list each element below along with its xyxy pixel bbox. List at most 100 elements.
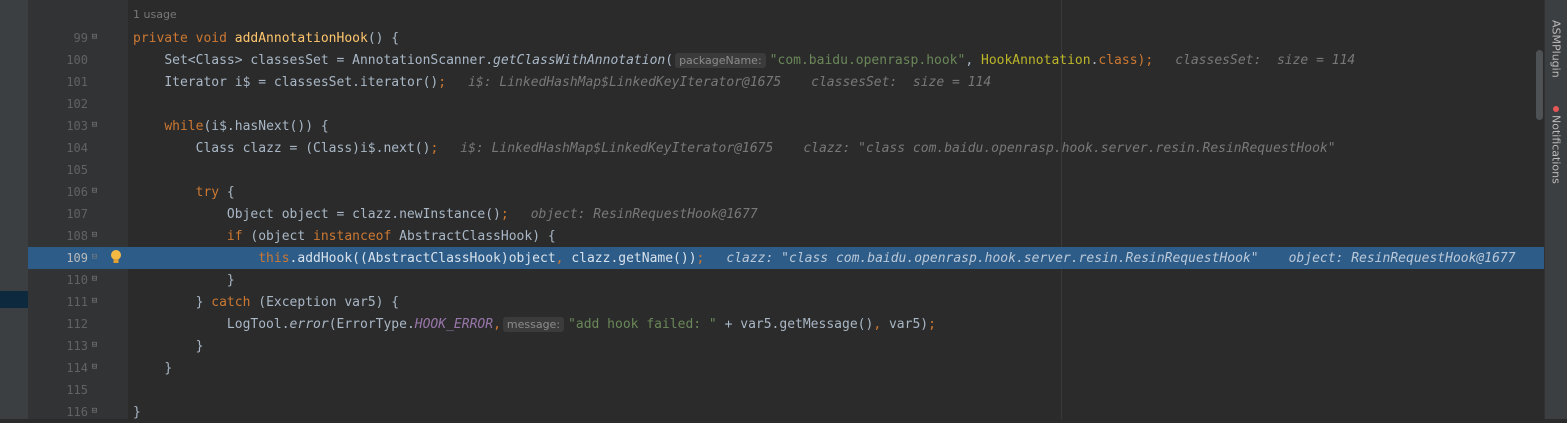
code-text: } catch (Exception var5) { [133,294,400,310]
code-line-105[interactable]: 105 [28,159,1545,181]
code-line-109-execution-point[interactable]: 109 ⊟ this.addHook((AbstractClassHook)ob… [28,247,1545,269]
line-number[interactable]: 115 [28,383,88,397]
code-seg: } [133,404,141,420]
code-seg: ( [665,52,674,68]
debug-inline-value[interactable]: classesSet: size = 114 [1175,53,1355,68]
code-seg: , [555,250,572,266]
code-text: } [133,273,235,288]
method-call: getClassWithAnnotation [493,52,666,68]
fold-icon[interactable]: ⊟ [90,407,99,416]
code-line-116[interactable]: 116 ⊟ } [28,401,1545,423]
code-seg: ; [928,316,936,332]
code-line-106[interactable]: 106 ⊟ try { [28,181,1545,203]
code-keyword: this [258,250,290,266]
code-seg: { [219,184,235,200]
code-text: Class clazz = (Class)i$.next(); i$: Linke… [133,141,1336,156]
fold-icon[interactable]: ⊟ [90,297,99,306]
enum-constant: HOOK_ERROR [414,316,494,332]
code-line-108[interactable]: 108 ⊟ if (object instanceof AbstractClas… [28,225,1545,247]
debug-inline-value[interactable]: clazz: "class com.baidu.openrasp.hook.se… [726,251,1258,266]
line-number[interactable]: 107 [28,207,88,221]
code-line-101[interactable]: 101 Iterator i$ = classesSet.iterator();… [28,71,1545,93]
line-number[interactable]: 101 [28,75,88,89]
debug-inline-value[interactable]: i$: LinkedHashMap$LinkedKeyIterator@1675 [460,141,773,156]
line-number[interactable]: 99 [28,31,88,45]
code-line-114[interactable]: 114 ⊟ } [28,357,1545,379]
line-number[interactable]: 116 [28,405,88,419]
debug-inline-value[interactable]: i$: LinkedHashMap$LinkedKeyIterator@1675 [468,75,781,90]
code-seg: ; [430,140,439,156]
code-line-107[interactable]: 107 Object object = clazz.newInstance();… [28,203,1545,225]
line-number[interactable]: 106 [28,185,88,199]
line-number[interactable]: 104 [28,141,88,155]
line-number[interactable]: 108 [28,229,88,243]
line-number[interactable]: 112 [28,317,88,331]
asmplugin-tab[interactable]: ASMPlugin [1545,14,1567,84]
code-line-104[interactable]: 104 Class clazz = (Class)i$.next(); i$: L… [28,137,1545,159]
code-seg: , [965,52,981,68]
code-text: this.addHook((AbstractClassHook)object, … [133,250,1516,266]
code-keyword: class [1098,52,1138,68]
code-seg: (ErrorType. [328,316,415,332]
line-number[interactable]: 105 [28,163,88,177]
code-seg: ; [696,250,705,266]
line-number[interactable]: 114 [28,361,88,375]
fold-icon[interactable]: ⊟ [90,121,99,130]
left-tool-strip [0,0,28,419]
class-name: HookAnnotation [981,52,1091,68]
code-text: private void addAnnotationHook() { [133,31,399,46]
code-seg: , [493,316,501,332]
lightbulb-icon[interactable] [110,249,122,265]
code-line-112[interactable]: 112 LogTool.error(ErrorType.HOOK_ERROR, m… [28,313,1545,335]
left-strip-marker [0,291,28,308]
code-seg: , [873,316,889,332]
line-number[interactable]: 102 [28,97,88,111]
line-number[interactable]: 113 [28,339,88,353]
code-line-102[interactable]: 102 [28,93,1545,115]
code-keyword: instanceof [313,228,392,244]
fold-icon[interactable]: ⊟ [90,253,99,262]
code-line-99[interactable]: 99 ⊟ private void addAnnotationHook() { [28,27,1545,49]
code-seg: LogTool. [226,316,290,332]
fold-icon[interactable]: ⊟ [90,275,99,284]
code-seg: AbstractClassHook) { [391,228,556,244]
code-line-110[interactable]: 110 ⊟ } [28,269,1545,291]
code-line-115[interactable]: 115 [28,379,1545,401]
code-text: } [133,361,172,376]
string-literal: "com.baidu.openrasp.hook" [769,52,966,68]
fold-icon[interactable]: ⊟ [90,341,99,350]
fold-icon[interactable]: ⊟ [90,187,99,196]
debug-inline-value[interactable]: object: ResinRequestHook@1677 [1289,251,1516,266]
code-seg: (Exception var5) { [250,294,400,310]
debug-inline-value[interactable]: classesSet: size = 114 [811,75,991,90]
line-number[interactable]: 100 [28,53,88,67]
code-line-111[interactable]: 111 ⊟ } catch (Exception var5) { [28,291,1545,313]
code-keyword: if [226,228,243,244]
fold-icon[interactable]: ⊟ [90,231,99,240]
code-seg: } [195,338,204,354]
fold-icon[interactable]: ⊟ [90,33,99,42]
code-seg: Class clazz = (Class)i$.next() [195,140,431,156]
method-call: error [289,316,329,332]
notification-badge-icon [1553,106,1559,113]
line-number[interactable]: 110 [28,273,88,287]
usage-hint[interactable]: 1 usage [133,8,177,21]
notifications-tab[interactable]: Notifications [1545,100,1567,190]
code-keyword: while [164,118,204,134]
code-seg: } [226,272,235,288]
editor-scrollbar-thumb[interactable] [1536,50,1543,120]
fold-icon[interactable]: ⊟ [90,363,99,372]
code-line-113[interactable]: 113 ⊟ } [28,335,1545,357]
code-line-103[interactable]: 103 ⊟ while(i$.hasNext()) { [28,115,1545,137]
debug-inline-value[interactable]: object: ResinRequestHook@1677 [531,207,758,222]
line-number[interactable]: 109 [28,251,88,265]
line-number[interactable]: 111 [28,295,88,309]
debug-inline-value[interactable]: clazz: "class com.baidu.openrasp.hook.se… [803,141,1335,156]
code-seg: Object object = clazz.newInstance() [226,206,501,222]
line-number[interactable]: 103 [28,119,88,133]
code-seg: ; [438,74,447,90]
code-keyword: catch [211,294,251,310]
code-keyword: try [195,184,220,200]
code-line-100[interactable]: 100 Set<Class> classesSet = AnnotationSc… [28,49,1545,71]
code-seg: ; [500,206,509,222]
